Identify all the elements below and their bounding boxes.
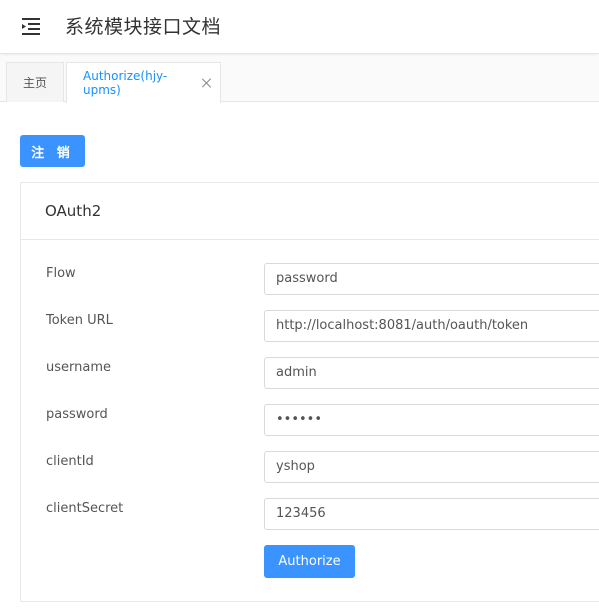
password-label: password [46,407,108,422]
password-field[interactable]: •••••• [264,404,599,436]
oauth2-card: OAuth2 Flow password Token URL http://lo… [20,182,599,602]
tab-home-label: 主页 [22,76,47,90]
card-title: OAuth2 [21,183,599,240]
token-url-field[interactable]: http://localhost:8081/auth/oauth/token [264,310,599,342]
token-url-label: Token URL [46,313,113,328]
app-header: 系统模块接口文档 [0,0,599,54]
close-icon[interactable] [201,77,212,89]
client-secret-label: clientSecret [46,501,124,516]
menu-fold-icon[interactable] [21,16,43,36]
username-label: username [46,360,111,375]
client-secret-field[interactable]: 123456 [264,498,599,530]
flow-label: Flow [46,266,76,281]
app-title: 系统模块接口文档 [65,16,222,38]
authorize-button[interactable]: Authorize [264,545,355,578]
tab-home[interactable]: 主页 [6,62,64,102]
username-field[interactable]: admin [264,357,599,389]
tab-authorize[interactable]: Authorize(hjy-upms) [66,62,221,103]
tab-authorize-label: Authorize(hjy-upms) [83,69,168,97]
flow-field[interactable]: password [264,263,599,295]
client-id-field[interactable]: yshop [264,451,599,483]
logout-button[interactable]: 注 销 [20,135,85,167]
tab-bar: 主页 Authorize(hjy-upms) [0,56,599,103]
client-id-label: clientId [46,454,94,469]
